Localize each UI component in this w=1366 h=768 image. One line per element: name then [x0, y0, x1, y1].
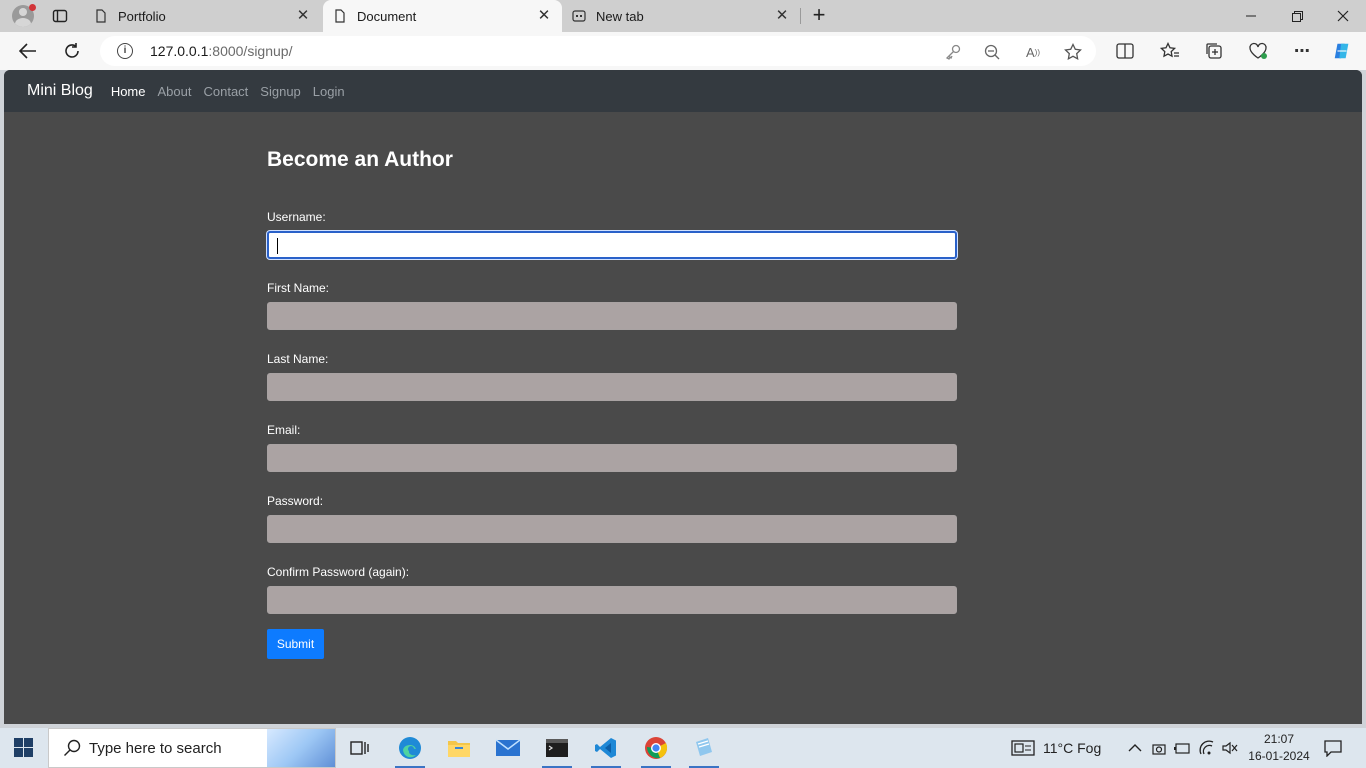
last-name-field-group: Last Name:: [267, 352, 957, 401]
signup-form: Become an Author Username: First Name: L…: [267, 148, 957, 659]
nav-about[interactable]: About: [158, 84, 192, 99]
last-name-input[interactable]: [267, 373, 957, 401]
collections-icon[interactable]: [1204, 41, 1224, 61]
close-window-icon[interactable]: [1320, 0, 1366, 32]
file-explorer-icon[interactable]: [439, 732, 479, 764]
password-input[interactable]: [267, 515, 957, 543]
chrome-icon[interactable]: [636, 732, 676, 768]
browser-essentials-icon[interactable]: [1248, 41, 1268, 61]
username-label: Username:: [267, 210, 326, 224]
mail-icon[interactable]: [488, 732, 528, 764]
username-field-group: Username:: [267, 210, 957, 259]
url-host: 127.0.0.1: [150, 43, 209, 59]
tab-actions-icon[interactable]: [52, 8, 68, 24]
split-screen-icon[interactable]: [1115, 41, 1135, 61]
tab-label: Document: [357, 8, 417, 24]
password-label: Password:: [267, 494, 324, 508]
nav-login[interactable]: Login: [313, 84, 345, 99]
tab-document[interactable]: Document ✕: [323, 0, 562, 32]
volume-muted-icon[interactable]: [1220, 738, 1240, 758]
restore-icon[interactable]: [1274, 0, 1320, 32]
new-tab-page-icon: [572, 10, 586, 22]
clock-time: 21:07: [1263, 732, 1295, 746]
search-placeholder: Type here to search: [89, 739, 222, 757]
first-name-input[interactable]: [267, 302, 957, 330]
vscode-icon[interactable]: [586, 732, 626, 768]
read-aloud-icon[interactable]: A)): [1024, 43, 1042, 61]
tab-new-tab[interactable]: New tab ✕: [562, 0, 800, 32]
notepad-icon[interactable]: [684, 732, 724, 768]
first-name-label: First Name:: [267, 281, 330, 295]
site-brand[interactable]: Mini Blog: [27, 82, 93, 100]
tab-label: New tab: [596, 8, 644, 24]
email-label: Email:: [267, 423, 301, 437]
edge-browser-icon[interactable]: [390, 732, 430, 768]
confirm-password-field-group: Confirm Password (again):: [267, 565, 957, 614]
address-bar[interactable]: i 127.0.0.1:8000/signup/ A)): [100, 36, 1096, 66]
username-input[interactable]: [267, 231, 957, 259]
site-info-icon[interactable]: i: [117, 43, 133, 59]
close-tab-icon[interactable]: ✕: [536, 8, 552, 24]
search-highlight-image: [267, 729, 335, 767]
meet-now-icon[interactable]: [1149, 738, 1169, 758]
minimize-icon[interactable]: [1228, 0, 1274, 32]
system-clock[interactable]: 21:07 16-01-2024: [1244, 731, 1314, 765]
confirm-password-input[interactable]: [267, 586, 957, 614]
weather-text[interactable]: 11°C Fog: [1043, 728, 1101, 768]
favorites-icon[interactable]: [1160, 41, 1180, 61]
notifications-icon[interactable]: [1323, 738, 1343, 758]
favorite-star-icon[interactable]: [1064, 43, 1082, 61]
text-caret: [277, 238, 278, 254]
taskbar-search-box[interactable]: Type here to search: [48, 728, 336, 768]
clock-date: 16-01-2024: [1248, 749, 1310, 763]
tab-label: Portfolio: [118, 8, 166, 24]
confirm-password-label: Confirm Password (again):: [267, 565, 410, 579]
task-view-icon[interactable]: [340, 732, 380, 764]
first-name-field-group: First Name:: [267, 281, 957, 330]
nav-home[interactable]: Home: [111, 84, 146, 99]
page-viewport: Mini Blog Home About Contact Signup Logi…: [4, 70, 1362, 724]
url-text[interactable]: 127.0.0.1:8000/signup/: [150, 43, 292, 59]
notification-dot: [29, 4, 36, 11]
tab-separator: [800, 8, 801, 24]
last-name-label: Last Name:: [267, 352, 329, 366]
password-field-group: Password:: [267, 494, 957, 543]
windows-taskbar: Type here to search 11°C Fog 21:07 16-01…: [0, 728, 1366, 768]
tab-strip: Portfolio ✕ Document ✕ New tab ✕ +: [0, 0, 1366, 32]
settings-more-icon[interactable]: ⋯: [1292, 41, 1312, 61]
address-toolbar: i 127.0.0.1:8000/signup/ A)) ⋯: [0, 32, 1366, 70]
form-title: Become an Author: [267, 148, 453, 171]
search-icon: [64, 739, 81, 756]
new-tab-plus-icon[interactable]: +: [808, 4, 830, 27]
terminal-icon[interactable]: [537, 732, 577, 768]
refresh-icon[interactable]: [60, 39, 84, 63]
email-input[interactable]: [267, 444, 957, 472]
site-navbar: Mini Blog Home About Contact Signup Logi…: [4, 70, 1362, 112]
close-tab-icon[interactable]: ✕: [295, 8, 311, 24]
key-icon[interactable]: [944, 43, 962, 61]
page-icon: [96, 9, 106, 23]
close-tab-icon[interactable]: ✕: [774, 8, 790, 24]
windows-start-icon[interactable]: [14, 738, 34, 758]
nav-signup[interactable]: Signup: [260, 84, 300, 99]
page-icon: [335, 9, 345, 23]
nav-contact[interactable]: Contact: [203, 84, 248, 99]
url-path: :8000/signup/: [208, 43, 293, 59]
weather-icon[interactable]: [1011, 738, 1035, 758]
submit-button[interactable]: Submit: [267, 629, 324, 659]
battery-icon[interactable]: [1172, 738, 1192, 758]
email-field-group: Email:: [267, 423, 957, 472]
copilot-icon[interactable]: [1332, 41, 1352, 61]
zoom-out-icon[interactable]: [983, 43, 1001, 61]
wifi-icon[interactable]: [1198, 738, 1218, 758]
chevron-up-icon[interactable]: [1125, 738, 1145, 758]
tab-portfolio[interactable]: Portfolio ✕: [84, 0, 321, 32]
back-arrow-icon[interactable]: [16, 39, 40, 63]
